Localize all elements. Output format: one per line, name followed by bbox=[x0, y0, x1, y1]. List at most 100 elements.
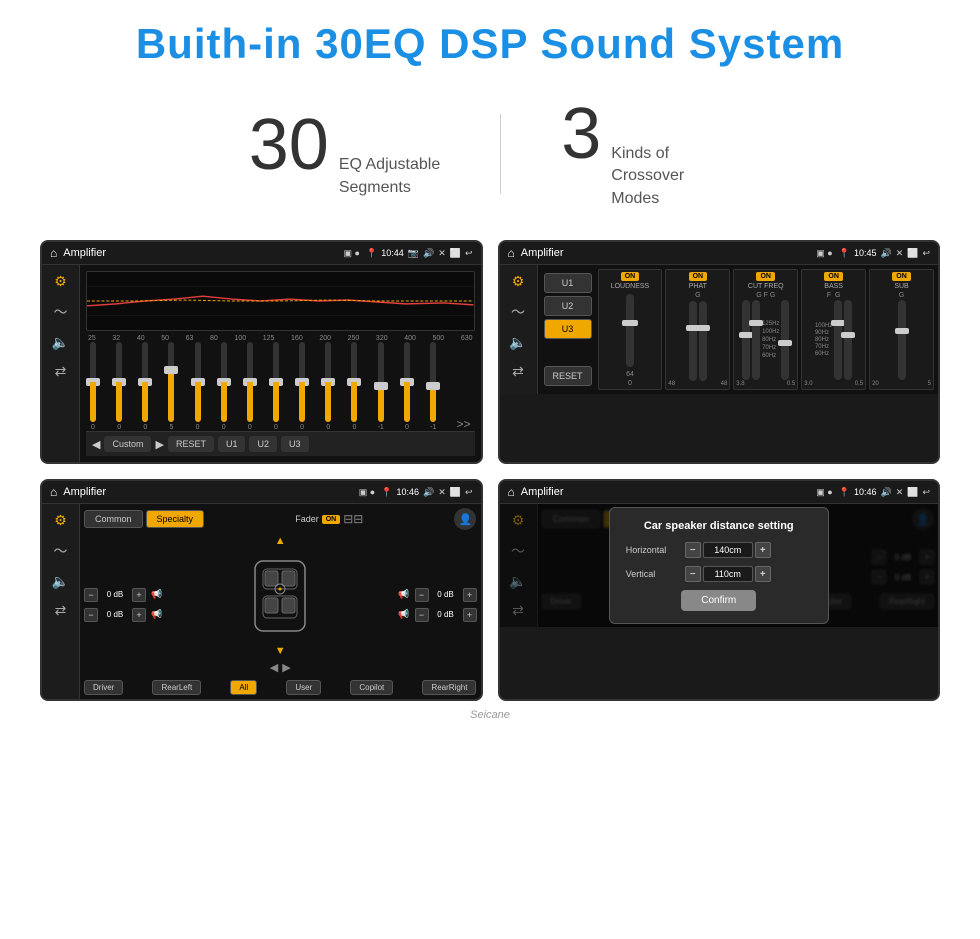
next-icon[interactable]: ▶ bbox=[155, 438, 163, 451]
eq-sliders: 0 0 bbox=[86, 346, 475, 431]
u3-btn[interactable]: U3 bbox=[281, 436, 309, 452]
volume-icon-4: 🔊 bbox=[880, 487, 891, 498]
wave-icon[interactable]: 〜 bbox=[54, 302, 68, 322]
rearleft-btn[interactable]: RearLeft bbox=[152, 680, 201, 695]
bass-slider1[interactable] bbox=[834, 300, 842, 380]
phat-on[interactable]: ON bbox=[689, 272, 708, 281]
volume-side-icon[interactable]: 🔈 bbox=[52, 334, 69, 351]
horizontal-minus[interactable]: − bbox=[685, 542, 701, 558]
vertical-minus[interactable]: − bbox=[685, 566, 701, 582]
location-icon-4: 📍 bbox=[839, 487, 850, 498]
screen1-header: ⌂ Amplifier ▣ ● 📍 10:44 📷 🔊 ✕ ⬜ ↩ bbox=[42, 242, 481, 265]
custom-preset[interactable]: Custom bbox=[104, 436, 151, 452]
eq-icon-3[interactable]: ⚙ bbox=[54, 512, 67, 529]
wave-icon-3[interactable]: 〜 bbox=[54, 541, 68, 561]
eq-slider-6: 0 bbox=[221, 342, 227, 431]
eq-icon-2[interactable]: ⚙ bbox=[512, 273, 525, 290]
confirm-button[interactable]: Confirm bbox=[681, 590, 756, 611]
bass-on[interactable]: ON bbox=[824, 272, 843, 281]
plus-btn-rb[interactable]: + bbox=[463, 608, 477, 622]
reset-btn[interactable]: RESET bbox=[168, 436, 214, 452]
close-icon[interactable]: ✕ bbox=[438, 248, 446, 259]
u1-preset[interactable]: U1 bbox=[544, 273, 592, 293]
profile-icon[interactable]: 👤 bbox=[454, 508, 476, 530]
home-icon-3[interactable]: ⌂ bbox=[50, 485, 57, 499]
home-icon[interactable]: ⌂ bbox=[50, 246, 57, 260]
volume-icon: 🔊 bbox=[423, 248, 434, 259]
cutfreq-name: CUT FREQ bbox=[748, 283, 784, 290]
u3-preset[interactable]: U3 bbox=[544, 319, 592, 339]
wave-icon-2[interactable]: 〜 bbox=[511, 302, 525, 322]
plus-btn-rt[interactable]: + bbox=[463, 588, 477, 602]
reset-btn-2[interactable]: RESET bbox=[544, 366, 592, 386]
watermark: Seicane bbox=[40, 709, 940, 721]
eq-slider-4: 5 bbox=[168, 342, 174, 431]
right-arrow[interactable]: ▶ bbox=[282, 661, 290, 674]
minus-btn-lt[interactable]: − bbox=[84, 588, 98, 602]
minus-btn-rt[interactable]: − bbox=[415, 588, 429, 602]
vertical-plus[interactable]: + bbox=[755, 566, 771, 582]
cutfreq-slider3[interactable] bbox=[781, 300, 789, 380]
freq-100: 100 bbox=[234, 335, 246, 342]
loudness-slider[interactable] bbox=[626, 294, 634, 367]
u2-btn[interactable]: U2 bbox=[249, 436, 277, 452]
specialty-btn[interactable]: Specialty bbox=[146, 510, 205, 528]
minus-btn-lb[interactable]: − bbox=[84, 608, 98, 622]
channel-strips: ON LOUDNESS 64 0 bbox=[598, 269, 934, 390]
screen1-icon2: ▣ ● bbox=[344, 248, 360, 259]
volume-side-icon-2[interactable]: 🔈 bbox=[509, 334, 526, 351]
cutfreq-slider1[interactable] bbox=[742, 300, 750, 380]
eq-icon[interactable]: ⚙ bbox=[54, 273, 67, 290]
close-icon-4[interactable]: ✕ bbox=[896, 487, 904, 498]
arrows-icon-3[interactable]: ⇄ bbox=[55, 602, 67, 619]
prev-icon[interactable]: ◀ bbox=[92, 438, 100, 451]
down-arrow[interactable]: ▼ bbox=[275, 645, 286, 657]
horizontal-value: 140cm bbox=[703, 542, 753, 558]
sub-slider1[interactable] bbox=[898, 300, 906, 380]
plus-btn-lt[interactable]: + bbox=[132, 588, 146, 602]
user-btn[interactable]: User bbox=[286, 680, 321, 695]
bottom-speaker-btns: Driver RearLeft All User Copilot RearRig… bbox=[84, 680, 477, 695]
back-icon-3[interactable]: ↩ bbox=[465, 487, 473, 498]
driver-btn[interactable]: Driver bbox=[84, 680, 123, 695]
close-icon-3[interactable]: ✕ bbox=[438, 487, 446, 498]
freq-25: 25 bbox=[88, 335, 96, 342]
phat-slider1[interactable] bbox=[689, 301, 697, 381]
back-icon-4[interactable]: ↩ bbox=[922, 487, 930, 498]
horizontal-value-box: − 140cm + bbox=[685, 542, 771, 558]
minus-btn-rb[interactable]: − bbox=[415, 608, 429, 622]
volume-side-icon-3[interactable]: 🔈 bbox=[52, 573, 69, 590]
screen2-header: ⌂ Amplifier ▣ ● 📍 10:45 🔊 ✕ ⬜ ↩ bbox=[500, 242, 939, 265]
loudness-val-low: 0 bbox=[628, 380, 632, 387]
distance-dialog: Car speaker distance setting Horizontal … bbox=[609, 507, 829, 624]
expand-icon[interactable]: >> bbox=[456, 417, 470, 431]
loudness-on[interactable]: ON bbox=[621, 272, 640, 281]
arrows-icon-2[interactable]: ⇄ bbox=[512, 363, 524, 380]
fader-on-badge: ON bbox=[322, 515, 341, 524]
fader-slider-icon[interactable]: ⊟⊟ bbox=[343, 512, 363, 526]
cutfreq-on[interactable]: ON bbox=[756, 272, 775, 281]
phat-slider2[interactable] bbox=[699, 301, 707, 381]
back-icon[interactable]: ↩ bbox=[465, 248, 473, 259]
sub-on[interactable]: ON bbox=[892, 272, 911, 281]
specialty-header-row: Common Specialty Fader ON ⊟⊟ 👤 bbox=[84, 508, 477, 530]
u2-preset[interactable]: U2 bbox=[544, 296, 592, 316]
home-icon-4[interactable]: ⌂ bbox=[508, 485, 515, 499]
plus-btn-lb[interactable]: + bbox=[132, 608, 146, 622]
up-arrow[interactable]: ▲ bbox=[275, 535, 286, 547]
horizontal-plus[interactable]: + bbox=[755, 542, 771, 558]
left-arrow[interactable]: ◀ bbox=[270, 661, 278, 674]
common-btn[interactable]: Common bbox=[84, 510, 143, 528]
arrows-icon[interactable]: ⇄ bbox=[55, 363, 67, 380]
screen3-side-panel: ⚙ 〜 🔈 ⇄ bbox=[42, 504, 80, 699]
back-icon-2[interactable]: ↩ bbox=[922, 248, 930, 259]
close-icon-2[interactable]: ✕ bbox=[896, 248, 904, 259]
home-icon-2[interactable]: ⌂ bbox=[508, 246, 515, 260]
bass-slider2[interactable] bbox=[844, 300, 852, 380]
eq-slider-5: 0 bbox=[195, 342, 201, 431]
all-btn[interactable]: All bbox=[230, 680, 257, 695]
rearright-btn[interactable]: RearRight bbox=[422, 680, 476, 695]
u1-btn[interactable]: U1 bbox=[218, 436, 246, 452]
cutfreq-slider2[interactable] bbox=[752, 300, 760, 380]
copilot-btn[interactable]: Copilot bbox=[350, 680, 393, 695]
